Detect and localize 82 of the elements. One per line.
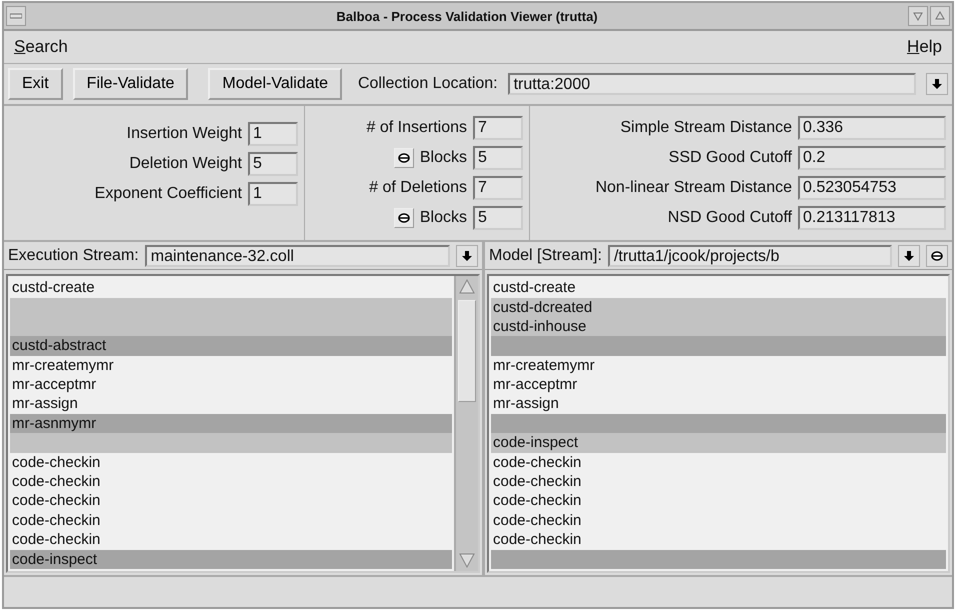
field-label: Collection Location:: [358, 75, 498, 93]
param-label: Exponent Coefficient: [94, 185, 242, 203]
param-label: Blocks: [420, 149, 467, 167]
list-row[interactable]: custd-create: [491, 278, 946, 298]
list-row[interactable]: custd-inhouse: [491, 316, 946, 336]
list-row[interactable]: mr-createmymr: [10, 356, 452, 376]
param-label: Simple Stream Distance: [620, 119, 792, 137]
list-row[interactable]: custd-abstract: [10, 336, 452, 356]
list-row[interactable]: [491, 550, 946, 569]
list-row[interactable]: mr-acceptmr: [491, 375, 946, 394]
disk-icon: [398, 213, 410, 223]
list-row[interactable]: [10, 298, 452, 317]
down-arrow-icon: [903, 250, 915, 262]
list-row[interactable]: mr-assign: [491, 394, 946, 414]
dropdown-button[interactable]: [926, 73, 948, 95]
list-row[interactable]: code-checkin: [10, 472, 452, 492]
execution-stream-field[interactable]: maintenance-32.coll: [144, 244, 450, 267]
triangle-down-icon: [913, 11, 923, 21]
scroll-up-icon[interactable]: [458, 278, 476, 296]
param-label: Deletion Weight: [129, 155, 242, 173]
param-value[interactable]: 1: [248, 122, 298, 146]
list-row[interactable]: code-inspect: [491, 433, 946, 453]
list-row[interactable]: custd-dcreated: [491, 298, 946, 317]
menu-item[interactable]: Help: [907, 37, 942, 57]
window-title: Balboa - Process Validation Viewer (trutta): [335, 8, 599, 24]
list-row[interactable]: code-checkin: [10, 491, 452, 511]
scrollbar[interactable]: [454, 276, 478, 571]
list-row[interactable]: mr-assign: [10, 394, 452, 414]
window-menu-button[interactable]: [6, 6, 26, 26]
param-value[interactable]: 1: [248, 182, 298, 206]
list-row[interactable]: code-checkin: [491, 510, 946, 530]
collection-location-field[interactable]: trutta:2000: [508, 73, 916, 95]
param-value[interactable]: 5: [473, 206, 523, 230]
param-value[interactable]: 5: [248, 152, 298, 176]
list-row[interactable]: mr-createmymr: [491, 356, 946, 376]
param-value[interactable]: 7: [473, 116, 523, 140]
list-row[interactable]: code-checkin: [491, 530, 946, 550]
param-label: # of Deletions: [369, 179, 467, 197]
list-row[interactable]: code-checkin: [10, 452, 452, 472]
list-row[interactable]: code-inspect: [10, 550, 452, 569]
param-value[interactable]: 7: [473, 176, 523, 200]
triangle-up-icon: [935, 11, 945, 21]
list-row[interactable]: code-checkin: [491, 491, 946, 511]
toolbar-button[interactable]: Model-Validate: [208, 68, 342, 100]
list-row[interactable]: code-checkin: [10, 530, 452, 550]
list-row[interactable]: code-checkin: [10, 510, 452, 530]
param-value[interactable]: 5: [473, 146, 523, 170]
down-arrow-icon: [461, 250, 473, 262]
param-value[interactable]: 0.213117813: [798, 206, 946, 230]
param-label: Non-linear Stream Distance: [595, 179, 792, 197]
dropdown-button[interactable]: [898, 244, 920, 267]
param-label: SSD Good Cutoff: [668, 149, 792, 167]
toolbar-button[interactable]: File-Validate: [72, 68, 188, 100]
list-row[interactable]: mr-acceptmr: [10, 375, 452, 394]
param-label: Insertion Weight: [126, 125, 242, 143]
minimize-button[interactable]: [908, 6, 928, 26]
list-row[interactable]: mr-asnmymr: [10, 414, 452, 434]
dash-icon: [10, 13, 22, 19]
scroll-thumb[interactable]: [458, 300, 476, 402]
param-label: NSD Good Cutoff: [668, 209, 792, 227]
disk-icon: [398, 153, 410, 163]
list-row[interactable]: code-checkin: [491, 452, 946, 472]
param-label: # of Insertions: [366, 119, 467, 137]
scroll-down-icon[interactable]: [458, 551, 476, 569]
toolbar-button[interactable]: Exit: [8, 68, 63, 100]
dropdown-button[interactable]: [456, 244, 478, 267]
param-value[interactable]: 0.336: [798, 116, 946, 140]
list-row[interactable]: [10, 316, 452, 336]
param-value[interactable]: 0.2: [798, 146, 946, 170]
down-arrow-icon: [931, 78, 943, 90]
menu-item[interactable]: Search: [14, 37, 68, 57]
maximize-button[interactable]: [930, 6, 950, 26]
param-value[interactable]: 0.523054753: [798, 176, 946, 200]
field-label: Model [Stream]:: [489, 246, 602, 265]
disk-icon: [931, 250, 943, 261]
toggle-button[interactable]: [926, 244, 948, 267]
param-label: Blocks: [420, 209, 467, 227]
list-row[interactable]: [491, 414, 946, 434]
list-row[interactable]: code-checkin: [491, 472, 946, 492]
list-row[interactable]: custd-create: [10, 278, 452, 298]
model-stream-field[interactable]: /trutta1/jcook/projects/b: [608, 244, 892, 267]
field-label: Execution Stream:: [8, 246, 139, 265]
